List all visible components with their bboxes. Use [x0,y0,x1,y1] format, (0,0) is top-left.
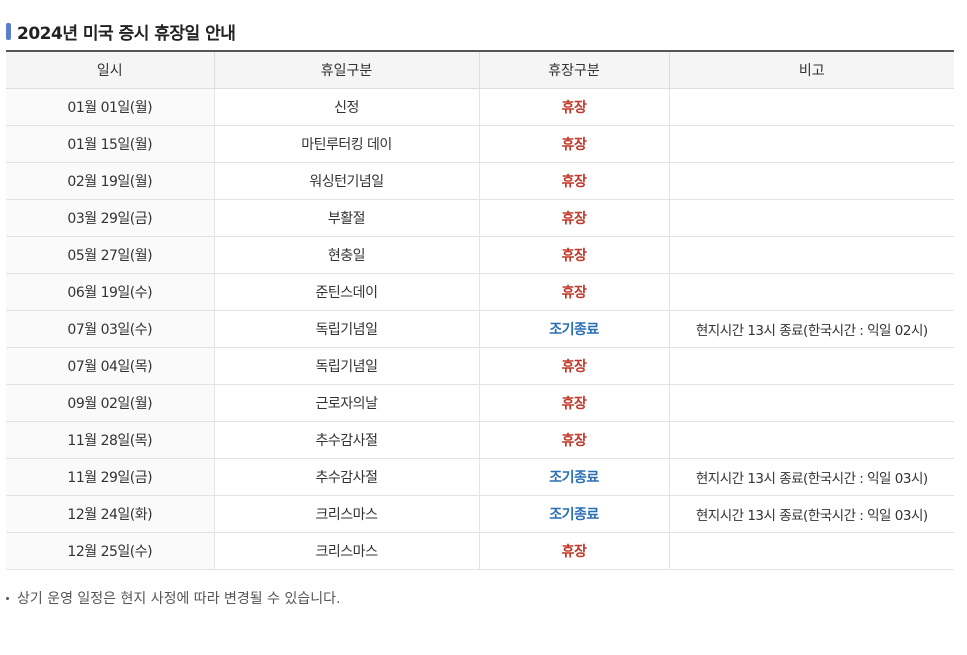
holiday-cell: 마틴루터킹 데이 [213,125,479,163]
holiday-cell: 추수감사절 [213,421,479,459]
footnote: 상기 운영 일정은 현지 사정에 따라 변경될 수 있습니다. [6,588,340,608]
footnote-text: 상기 운영 일정은 현지 사정에 따라 변경될 수 있습니다. [17,591,341,607]
date-cell: 03월 29일(금) [6,199,214,237]
page-title: 2024년 미국 증시 휴장일 안내 [17,23,236,44]
closure-type-cell: 휴장 [478,199,669,237]
holiday-cell: 준틴스데이 [213,273,479,311]
note-cell [668,532,954,570]
date-cell: 12월 25일(수) [6,532,214,570]
date-cell: 02월 19일(월) [6,162,214,200]
holiday-cell: 크리스마스 [213,532,479,570]
date-cell: 01월 01일(월) [6,88,214,126]
holiday-cell: 부활절 [213,199,479,237]
holiday-cell: 독립기념일 [213,347,479,385]
closure-type-cell: 휴장 [478,125,669,163]
note-cell [668,162,954,200]
date-cell: 11월 28일(목) [6,421,214,459]
closure-type-cell: 휴장 [478,236,669,274]
closure-type-cell: 조기종료 [478,310,669,348]
note-cell [668,236,954,274]
closure-type-cell: 휴장 [478,384,669,422]
holiday-cell: 근로자의날 [213,384,479,422]
table-row: 05월 27일(월) 현충일 휴장 [6,236,954,274]
table-row: 12월 24일(화) 크리스마스 조기종료 현지시간 13시 종료(한국시간 : 익일… [6,495,954,533]
table-row: 11월 28일(목) 추수감사절 휴장 [6,421,954,459]
holiday-cell: 현충일 [213,236,479,274]
note-cell: 현지시간 13시 종료(한국시간 : 익일 03시) [668,495,954,533]
note-cell [668,384,954,422]
date-cell: 01월 15일(월) [6,125,214,163]
note-cell [668,125,954,163]
date-cell: 09월 02일(월) [6,384,214,422]
table-header-row: 일시 휴일구분 휴장구분 비고 [6,51,954,89]
closure-type-cell: 휴장 [478,347,669,385]
closure-type-cell: 조기종료 [478,458,669,496]
note-cell: 현지시간 13시 종료(한국시간 : 익일 03시) [668,458,954,496]
holiday-cell: 워싱턴기념일 [213,162,479,200]
holiday-cell: 크리스마스 [213,495,479,533]
holiday-table: 일시 휴일구분 휴장구분 비고 01월 01일(월) 신정 휴장 01월 15일(월)… [6,50,954,570]
holiday-table-container: 일시 휴일구분 휴장구분 비고 01월 01일(월) 신정 휴장 01월 15일(월)… [6,50,954,570]
closure-type-cell: 휴장 [478,532,669,570]
holiday-cell: 독립기념일 [213,310,479,348]
table-row: 07월 03일(수) 독립기념일 조기종료 현지시간 13시 종료(한국시간 : 익일… [6,310,954,348]
date-cell: 07월 04일(목) [6,347,214,385]
closure-type-cell: 휴장 [478,88,669,126]
bullet-icon [6,596,9,600]
table-body: 01월 01일(월) 신정 휴장 01월 15일(월) 마틴루터킹 데이 휴장 02월 19… [6,88,954,570]
page-title-bar: 2024년 미국 증시 휴장일 안내 [6,18,236,44]
date-cell: 05월 27일(월) [6,236,214,274]
holiday-cell: 추수감사절 [213,458,479,496]
table-row: 01월 15일(월) 마틴루터킹 데이 휴장 [6,125,954,163]
note-cell [668,347,954,385]
date-cell: 07월 03일(수) [6,310,214,348]
header-holiday: 휴일구분 [213,51,479,89]
table-row: 07월 04일(목) 독립기념일 휴장 [6,347,954,385]
table-row: 02월 19일(월) 워싱턴기념일 휴장 [6,162,954,200]
note-cell: 현지시간 13시 종료(한국시간 : 익일 02시) [668,310,954,348]
closure-type-cell: 휴장 [478,162,669,200]
closure-type-cell: 휴장 [478,421,669,459]
table-row: 06월 19일(수) 준틴스데이 휴장 [6,273,954,311]
closure-type-cell: 휴장 [478,273,669,311]
table-row: 01월 01일(월) 신정 휴장 [6,88,954,126]
table-row: 11월 29일(금) 추수감사절 조기종료 현지시간 13시 종료(한국시간 : 익일… [6,458,954,496]
holiday-cell: 신정 [213,88,479,126]
date-cell: 06월 19일(수) [6,273,214,311]
note-cell [668,199,954,237]
header-closure-type: 휴장구분 [478,51,669,89]
header-note: 비고 [668,51,954,89]
closure-type-cell: 조기종료 [478,495,669,533]
table-row: 03월 29일(금) 부활절 휴장 [6,199,954,237]
date-cell: 11월 29일(금) [6,458,214,496]
table-row: 12월 25일(수) 크리스마스 휴장 [6,532,954,570]
title-marker-icon [6,22,11,40]
table-row: 09월 02일(월) 근로자의날 휴장 [6,384,954,422]
note-cell [668,273,954,311]
note-cell [668,421,954,459]
header-date: 일시 [6,51,214,89]
date-cell: 12월 24일(화) [6,495,214,533]
note-cell [668,88,954,126]
